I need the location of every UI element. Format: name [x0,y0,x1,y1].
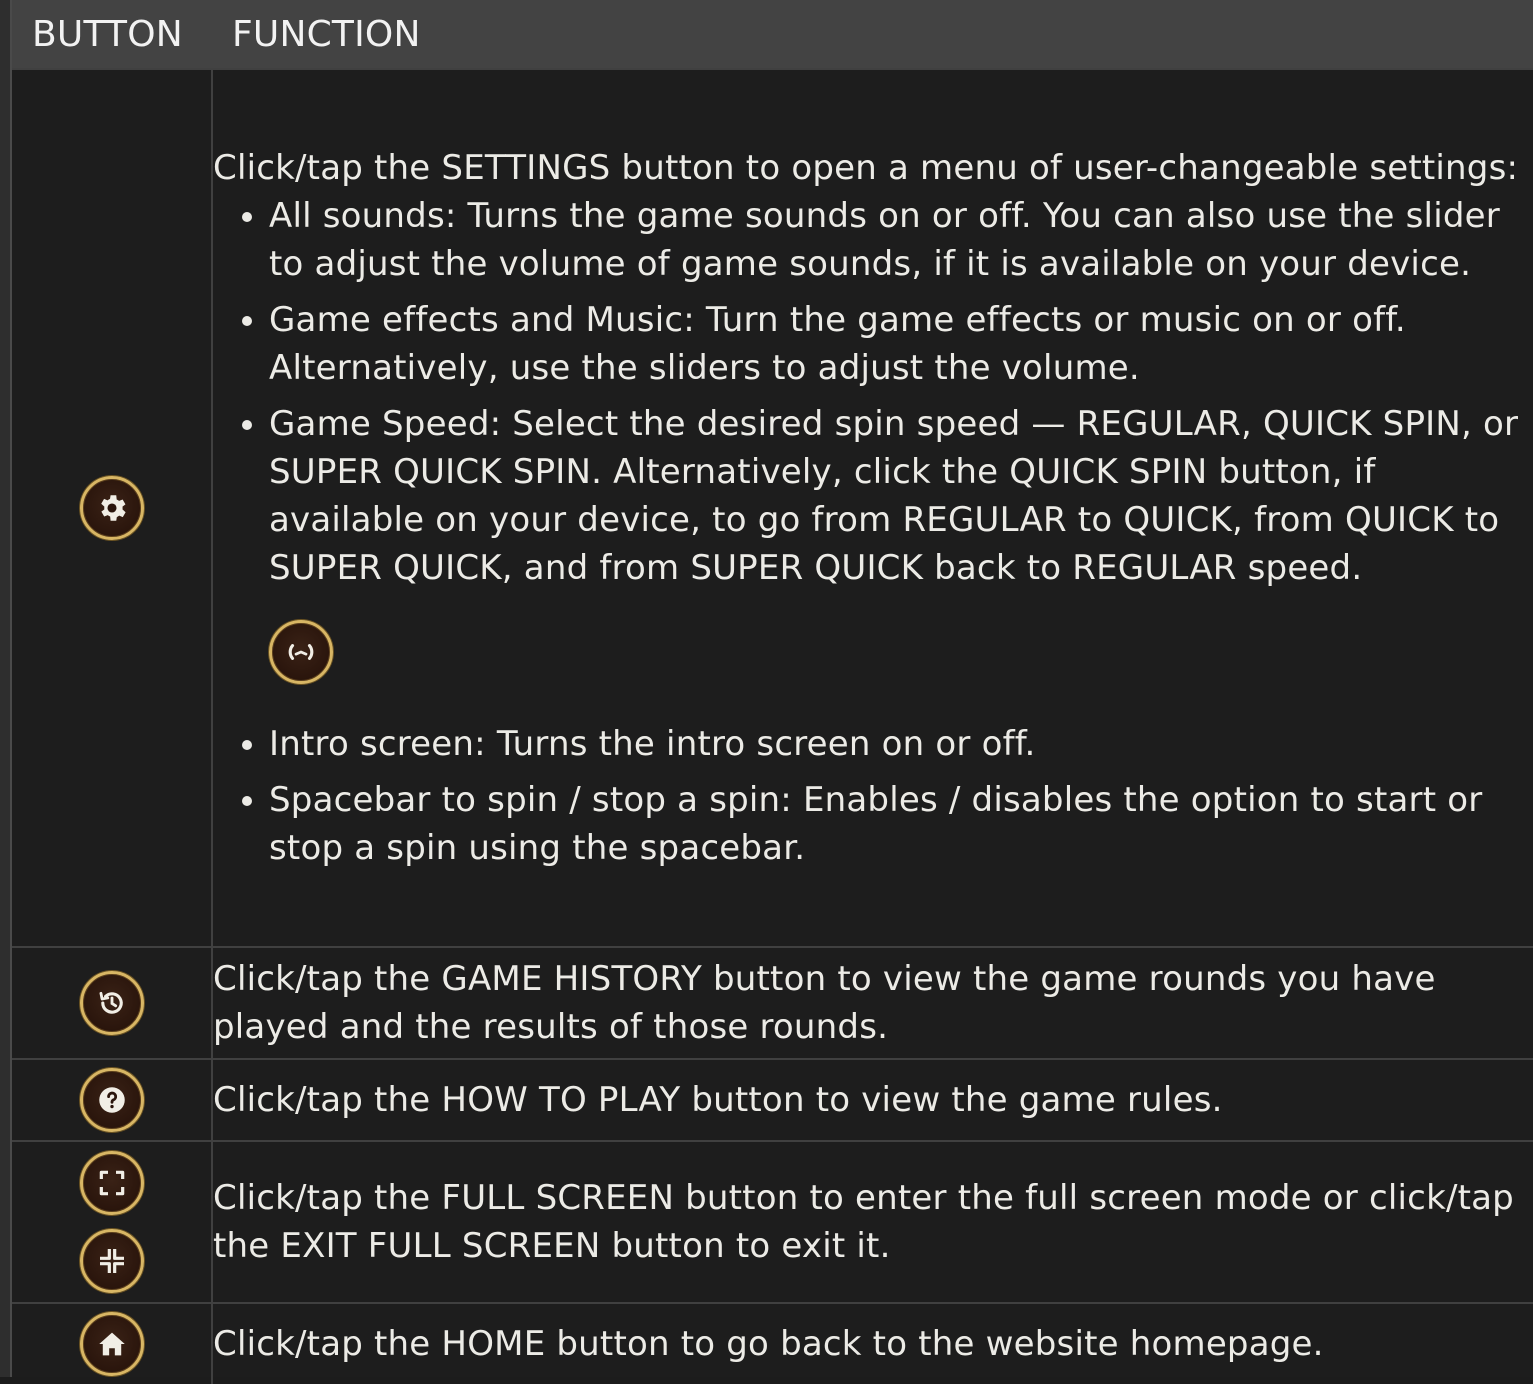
list-item: Spacebar to spin / stop a spin: Enables … [269,776,1533,872]
button-cell [12,68,213,947]
button-cell [12,1058,213,1141]
table-row-settings: Click/tap the SETTINGS button to open a … [12,68,1533,947]
outer-margin [0,0,10,1377]
table-header-row: BUTTON FUNCTION [12,0,1533,69]
exit-fullscreen-icon [79,1229,144,1293]
table-row-full-screen: Click/tap the FULL SCREEN button to ente… [12,1140,1533,1303]
list-item: Game effects and Music: Turn the game ef… [269,296,1533,392]
fullscreen-icon [79,1151,144,1215]
header-button: BUTTON [12,0,212,69]
button-cell [12,1140,213,1303]
home-icon [79,1312,144,1376]
list-item: Game Speed: Select the desired spin spee… [269,400,1533,592]
list-item: All sounds: Turns the game sounds on or … [269,192,1533,288]
quick-spin-icon [269,620,333,684]
function-cell: Click/tap the FULL SCREEN button to ente… [212,1140,1533,1303]
header-function: FUNCTION [212,0,1533,69]
function-cell: Click/tap the HOME button to go back to … [212,1302,1533,1384]
function-cell: Click/tap the GAME HISTORY button to vie… [212,946,1533,1059]
button-cell [12,1302,213,1384]
help-panel: BUTTON FUNCTION Click/tap the SETTINGS b… [10,0,1533,1384]
settings-intro: Click/tap the SETTINGS button to open a … [213,148,1519,188]
function-cell: Click/tap the SETTINGS button to open a … [212,68,1533,947]
settings-list: All sounds: Turns the game sounds on or … [213,192,1533,872]
question-icon [79,1068,144,1132]
button-cell [12,946,213,1059]
list-item: Intro screen: Turns the intro screen on … [269,720,1533,768]
table-row-how-to-play: Click/tap the HOW TO PLAY button to view… [12,1058,1533,1141]
function-cell: Click/tap the HOW TO PLAY button to view… [212,1058,1533,1141]
table-row-home: Click/tap the HOME button to go back to … [12,1302,1533,1384]
quick-spin-icon-row [269,600,1533,712]
gear-icon [79,476,144,540]
history-icon [79,971,144,1035]
table-row-history: Click/tap the GAME HISTORY button to vie… [12,946,1533,1059]
button-function-table: BUTTON FUNCTION Click/tap the SETTINGS b… [12,0,1533,1384]
